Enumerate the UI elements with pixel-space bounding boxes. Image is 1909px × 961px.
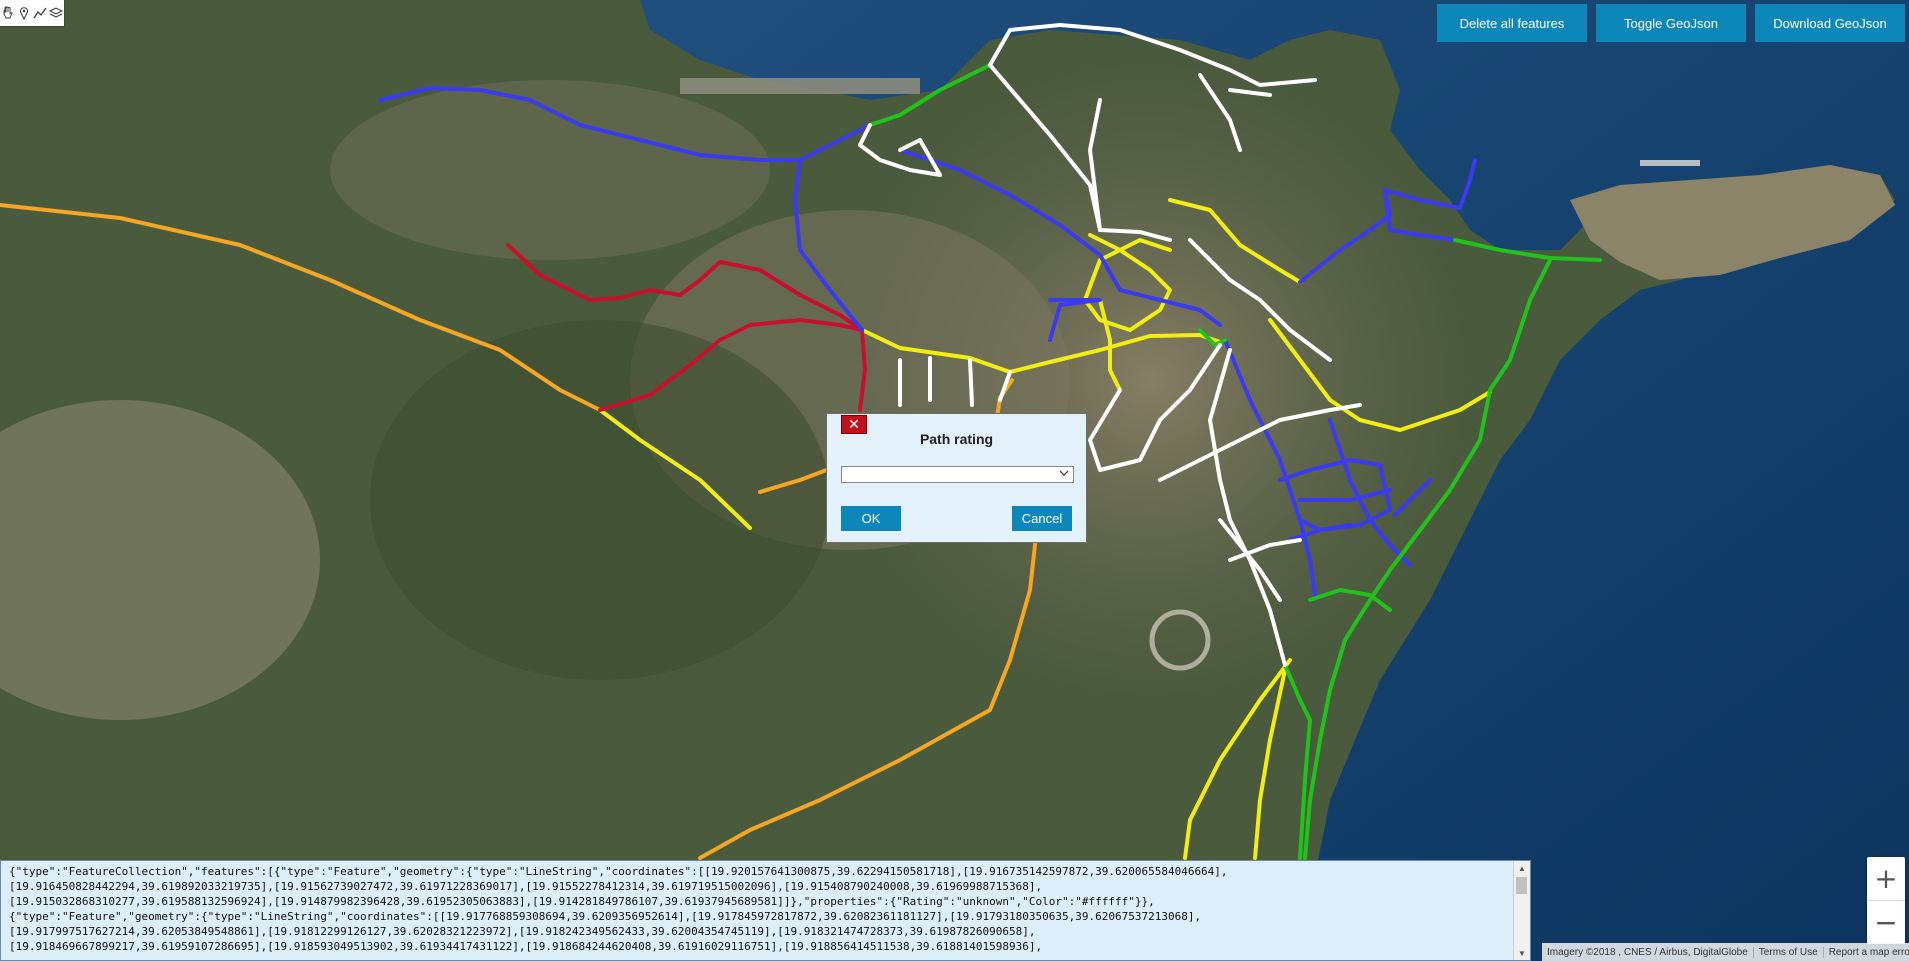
download-geojson-button[interactable]: Download GeoJson <box>1755 4 1905 42</box>
zoom-control: + − <box>1867 857 1905 944</box>
rating-select[interactable] <box>841 466 1074 483</box>
geojson-scrollbar[interactable]: ▲ ▼ <box>1513 861 1530 960</box>
cancel-button[interactable]: Cancel <box>1012 506 1072 531</box>
top-button-bar: Delete all features Toggle GeoJson Downl… <box>1437 4 1905 42</box>
report-map-error-link[interactable]: Report a map error <box>1822 946 1909 958</box>
imagery-credit: Imagery ©2018 , CNES / Airbus, DigitalGl… <box>1547 946 1748 958</box>
scroll-down-icon[interactable]: ▼ <box>1514 946 1530 960</box>
path-white[interactable] <box>968 358 974 407</box>
harbour <box>680 78 920 94</box>
geojson-text[interactable]: {"type":"FeatureCollection","features":[… <box>9 864 1512 960</box>
terms-of-use-link[interactable]: Terms of Use <box>1752 946 1823 958</box>
draw-toolbar <box>0 0 64 26</box>
map-attribution: Imagery ©2018 , CNES / Airbus, DigitalGl… <box>1542 943 1909 961</box>
marker-icon[interactable] <box>17 6 31 20</box>
ok-button[interactable]: OK <box>841 506 901 531</box>
layers-icon[interactable] <box>49 6 63 20</box>
urban-area <box>330 80 770 260</box>
toggle-geojson-button[interactable]: Toggle GeoJson <box>1596 4 1746 42</box>
chevron-down-icon <box>1059 468 1069 481</box>
scroll-thumb[interactable] <box>1516 877 1527 894</box>
pier <box>1640 160 1700 166</box>
geojson-textarea[interactable]: {"type":"FeatureCollection","features":[… <box>0 860 1531 961</box>
scroll-up-icon[interactable]: ▲ <box>1514 861 1530 875</box>
zoom-out-button[interactable]: − <box>1867 900 1905 944</box>
dialog-title: Path rating <box>919 431 994 447</box>
hand-icon[interactable] <box>1 6 15 20</box>
delete-all-features-button[interactable]: Delete all features <box>1437 4 1587 42</box>
polyline-icon[interactable] <box>33 6 47 20</box>
zoom-in-button[interactable]: + <box>1867 857 1905 900</box>
path-rating-dialog: ✕ Path rating OK Cancel <box>826 413 1087 543</box>
green-area <box>370 320 830 680</box>
